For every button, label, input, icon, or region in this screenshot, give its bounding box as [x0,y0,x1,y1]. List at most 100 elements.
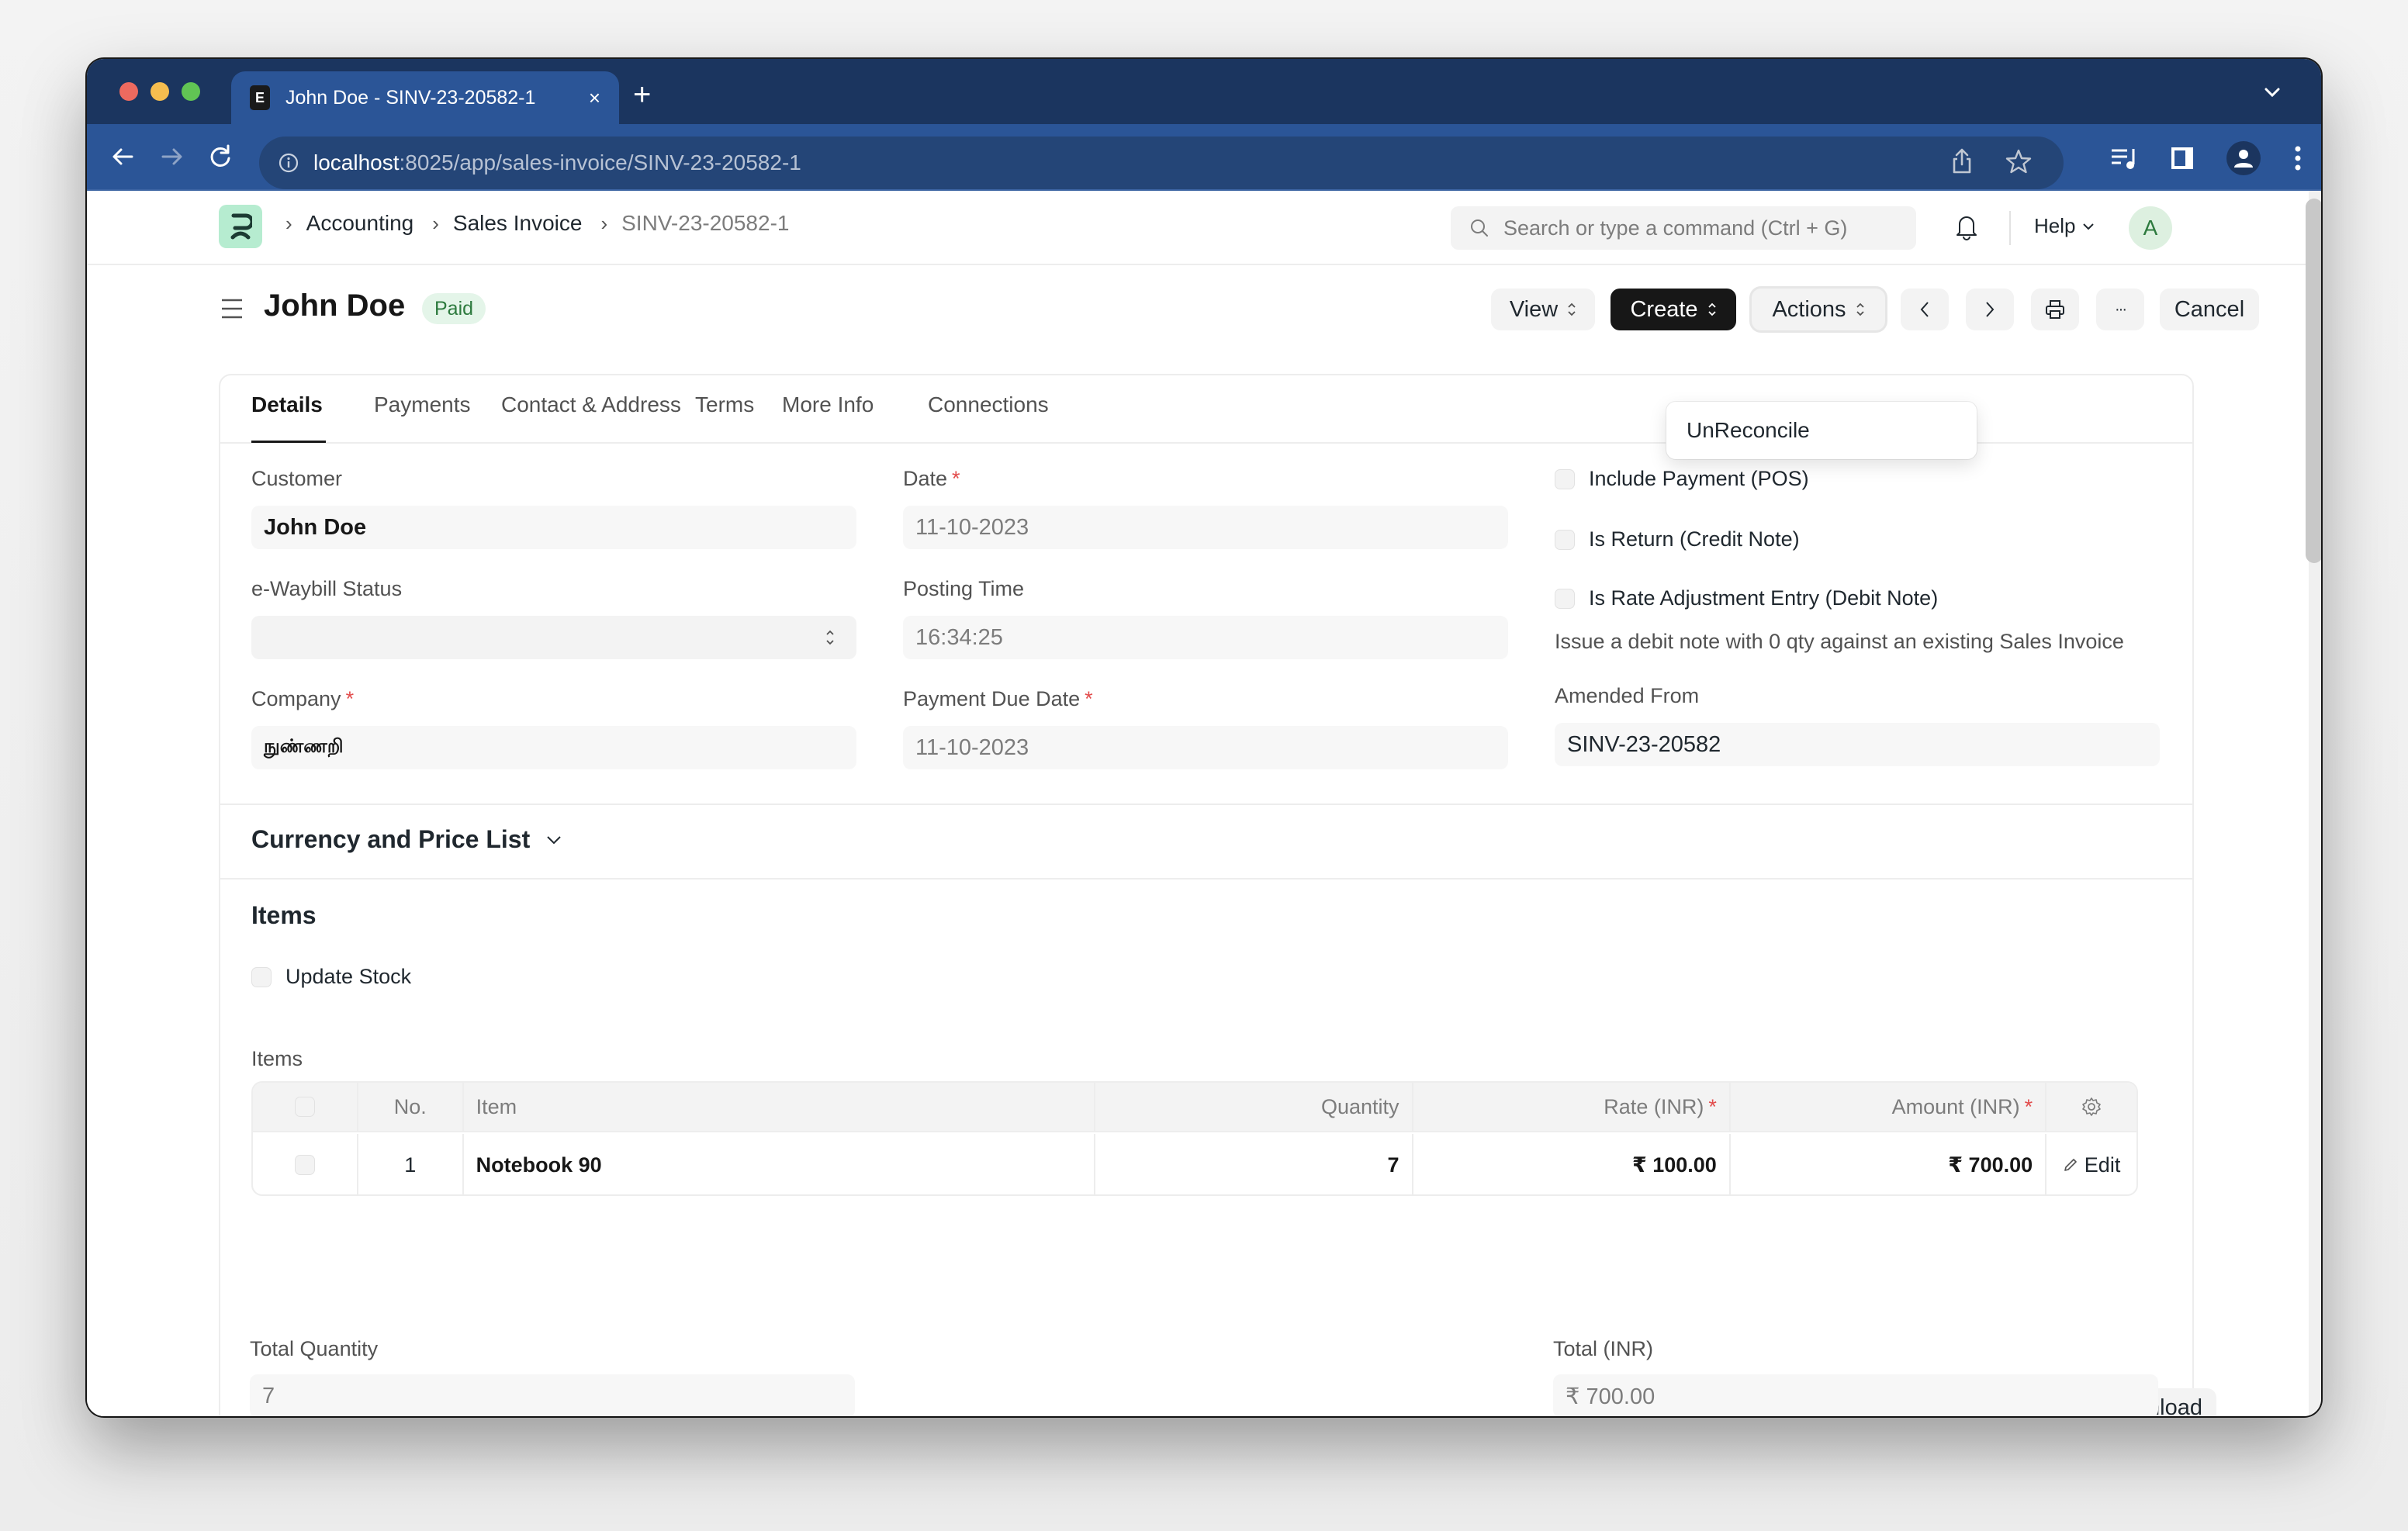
required-asterisk: * [345,687,355,710]
more-options-button[interactable]: ··· [2096,289,2144,330]
next-doc-button[interactable] [1966,289,2014,330]
new-tab-button[interactable]: + [633,79,651,110]
date-label: Date * [903,467,960,491]
tab-contact-address[interactable]: Contact & Address [501,392,681,417]
close-window-button[interactable] [119,82,138,101]
checkbox[interactable] [1555,468,1575,489]
total-quantity-field[interactable]: 7 [250,1374,855,1416]
toolbar-icons [2110,141,2302,175]
browser-tab[interactable]: E John Doe - SINV-23-20582-1 × [231,71,619,124]
cancel-button[interactable]: Cancel [2160,289,2259,330]
is-return-checkbox[interactable]: Is Return (Credit Note) [1555,527,1800,551]
help-dropdown[interactable]: Help [2034,214,2095,238]
table-row[interactable]: 1 Notebook 90 7 ₹ 100.00 ₹ 700.00 Edit [253,1134,2136,1194]
sidebar-toggle-icon[interactable] [220,298,244,320]
total-quantity-label: Total Quantity [250,1337,379,1360]
column-header-amount: Amount (INR) * [1731,1083,2047,1131]
row-edit-button[interactable]: Edit [2046,1134,2136,1194]
row-quantity[interactable]: 7 [1095,1134,1413,1194]
tab-payments[interactable]: Payments [374,392,471,417]
tab-title: John Doe - SINV-23-20582-1 [285,86,536,109]
rate-header-text: Rate (INR) [1604,1094,1704,1118]
payment-due-date-label-text: Payment Due Date [903,687,1081,710]
posting-time-field[interactable]: 16:34:25 [903,616,1508,659]
profile-button[interactable] [2226,141,2261,175]
create-button[interactable]: Create [1611,289,1736,330]
row-item[interactable]: Notebook 90 [464,1134,1096,1194]
scrollbar-thumb[interactable] [2306,199,2321,563]
browser-menu-icon[interactable] [2293,145,2302,171]
company-field[interactable]: நுண்ணறி [251,726,856,769]
address-bar[interactable]: localhost:8025/app/sales-invoice/SINV-23… [259,137,2064,189]
row-checkbox[interactable] [294,1155,315,1175]
checkbox[interactable] [251,966,272,987]
update-stock-checkbox[interactable]: Update Stock [251,965,411,989]
media-playlist-icon[interactable] [2110,146,2138,171]
items-table: No. Item Quantity Rate (INR) * Amount (IN… [251,1081,2138,1196]
create-button-label: Create [1630,296,1698,322]
ewaybill-status-select[interactable] [251,616,856,659]
customer-field[interactable]: John Doe [251,506,856,549]
notification-bell-icon[interactable] [1955,213,1978,240]
share-icon[interactable] [1950,147,1974,175]
site-info-icon[interactable] [278,152,299,174]
breadcrumb-sales-invoice[interactable]: Sales Invoice [453,211,583,236]
app-logo[interactable] [219,205,262,248]
section-divider [220,804,2192,805]
awesomebar-search[interactable]: Search or type a command (Ctrl + G) [1451,206,1916,250]
select-arrows-icon [826,630,834,645]
amended-from-field[interactable]: SINV-23-20582 [1555,723,2160,766]
edit-label: Edit [2084,1153,2121,1177]
menu-item-unreconcile[interactable]: UnReconcile [1687,418,1810,443]
maximize-window-button[interactable] [182,82,200,101]
row-rate[interactable]: ₹ 100.00 [1413,1134,1731,1194]
row-amount[interactable]: ₹ 700.00 [1731,1134,2047,1194]
pencil-icon [2064,1159,2077,1171]
company-label: Company * [251,687,354,711]
reload-icon[interactable] [206,143,234,171]
minimize-window-button[interactable] [150,82,169,101]
search-icon [1471,219,1488,237]
tab-search-chevron-icon[interactable] [2261,81,2284,104]
include-payment-checkbox[interactable]: Include Payment (POS) [1555,467,1809,491]
gear-icon[interactable] [2081,1096,2102,1118]
posting-time-label: Posting Time [903,577,1025,600]
checkbox[interactable] [1555,529,1575,550]
print-button[interactable] [2031,289,2079,330]
rate-adjustment-checkbox[interactable]: Is Rate Adjustment Entry (Debit Note) [1555,586,1938,610]
printer-icon [2046,300,2064,319]
bookmark-star-icon[interactable] [2005,147,2033,175]
table-header-row: No. Item Quantity Rate (INR) * Amount (IN… [253,1083,2136,1132]
required-asterisk: * [1708,1094,1717,1118]
help-label: Help [2034,214,2076,237]
required-asterisk: * [1085,687,1093,710]
view-button[interactable]: View [1491,289,1595,330]
forward-icon[interactable] [158,143,186,171]
window-controls [119,82,200,101]
previous-doc-button[interactable] [1901,289,1949,330]
tab-connections[interactable]: Connections [928,392,1049,417]
browser-window: E John Doe - SINV-23-20582-1 × + localho… [87,59,2321,1416]
actions-button[interactable]: Actions [1752,289,1885,330]
side-panel-icon[interactable] [2171,147,2194,170]
breadcrumb: › Accounting › Sales Invoice › SINV-23-2… [285,211,808,236]
date-field[interactable]: 11-10-2023 [903,506,1508,549]
total-inr-field[interactable]: ₹ 700.00 [1553,1374,2158,1416]
back-icon[interactable] [109,143,137,171]
tab-close-icon[interactable]: × [589,86,600,110]
breadcrumb-accounting[interactable]: Accounting [306,211,414,236]
payment-due-date-label: Payment Due Date * [903,687,1093,711]
user-avatar[interactable]: A [2129,206,2172,250]
total-inr-label: Total (INR) [1553,1337,1654,1360]
section-divider [220,878,2192,880]
checkbox[interactable] [1555,588,1575,609]
tab-terms[interactable]: Terms [695,392,754,417]
app-navbar: › Accounting › Sales Invoice › SINV-23-2… [87,191,2309,265]
currency-section-header[interactable]: Currency and Price List [251,825,562,854]
payment-due-date-field[interactable]: 11-10-2023 [903,726,1508,769]
breadcrumb-current-doc[interactable]: SINV-23-20582-1 [621,211,789,236]
select-all-checkbox[interactable] [294,1097,315,1117]
tab-details[interactable]: Details [251,392,323,417]
tab-more-info[interactable]: More Info [782,392,874,417]
page-scrollbar[interactable] [2306,191,2321,1416]
